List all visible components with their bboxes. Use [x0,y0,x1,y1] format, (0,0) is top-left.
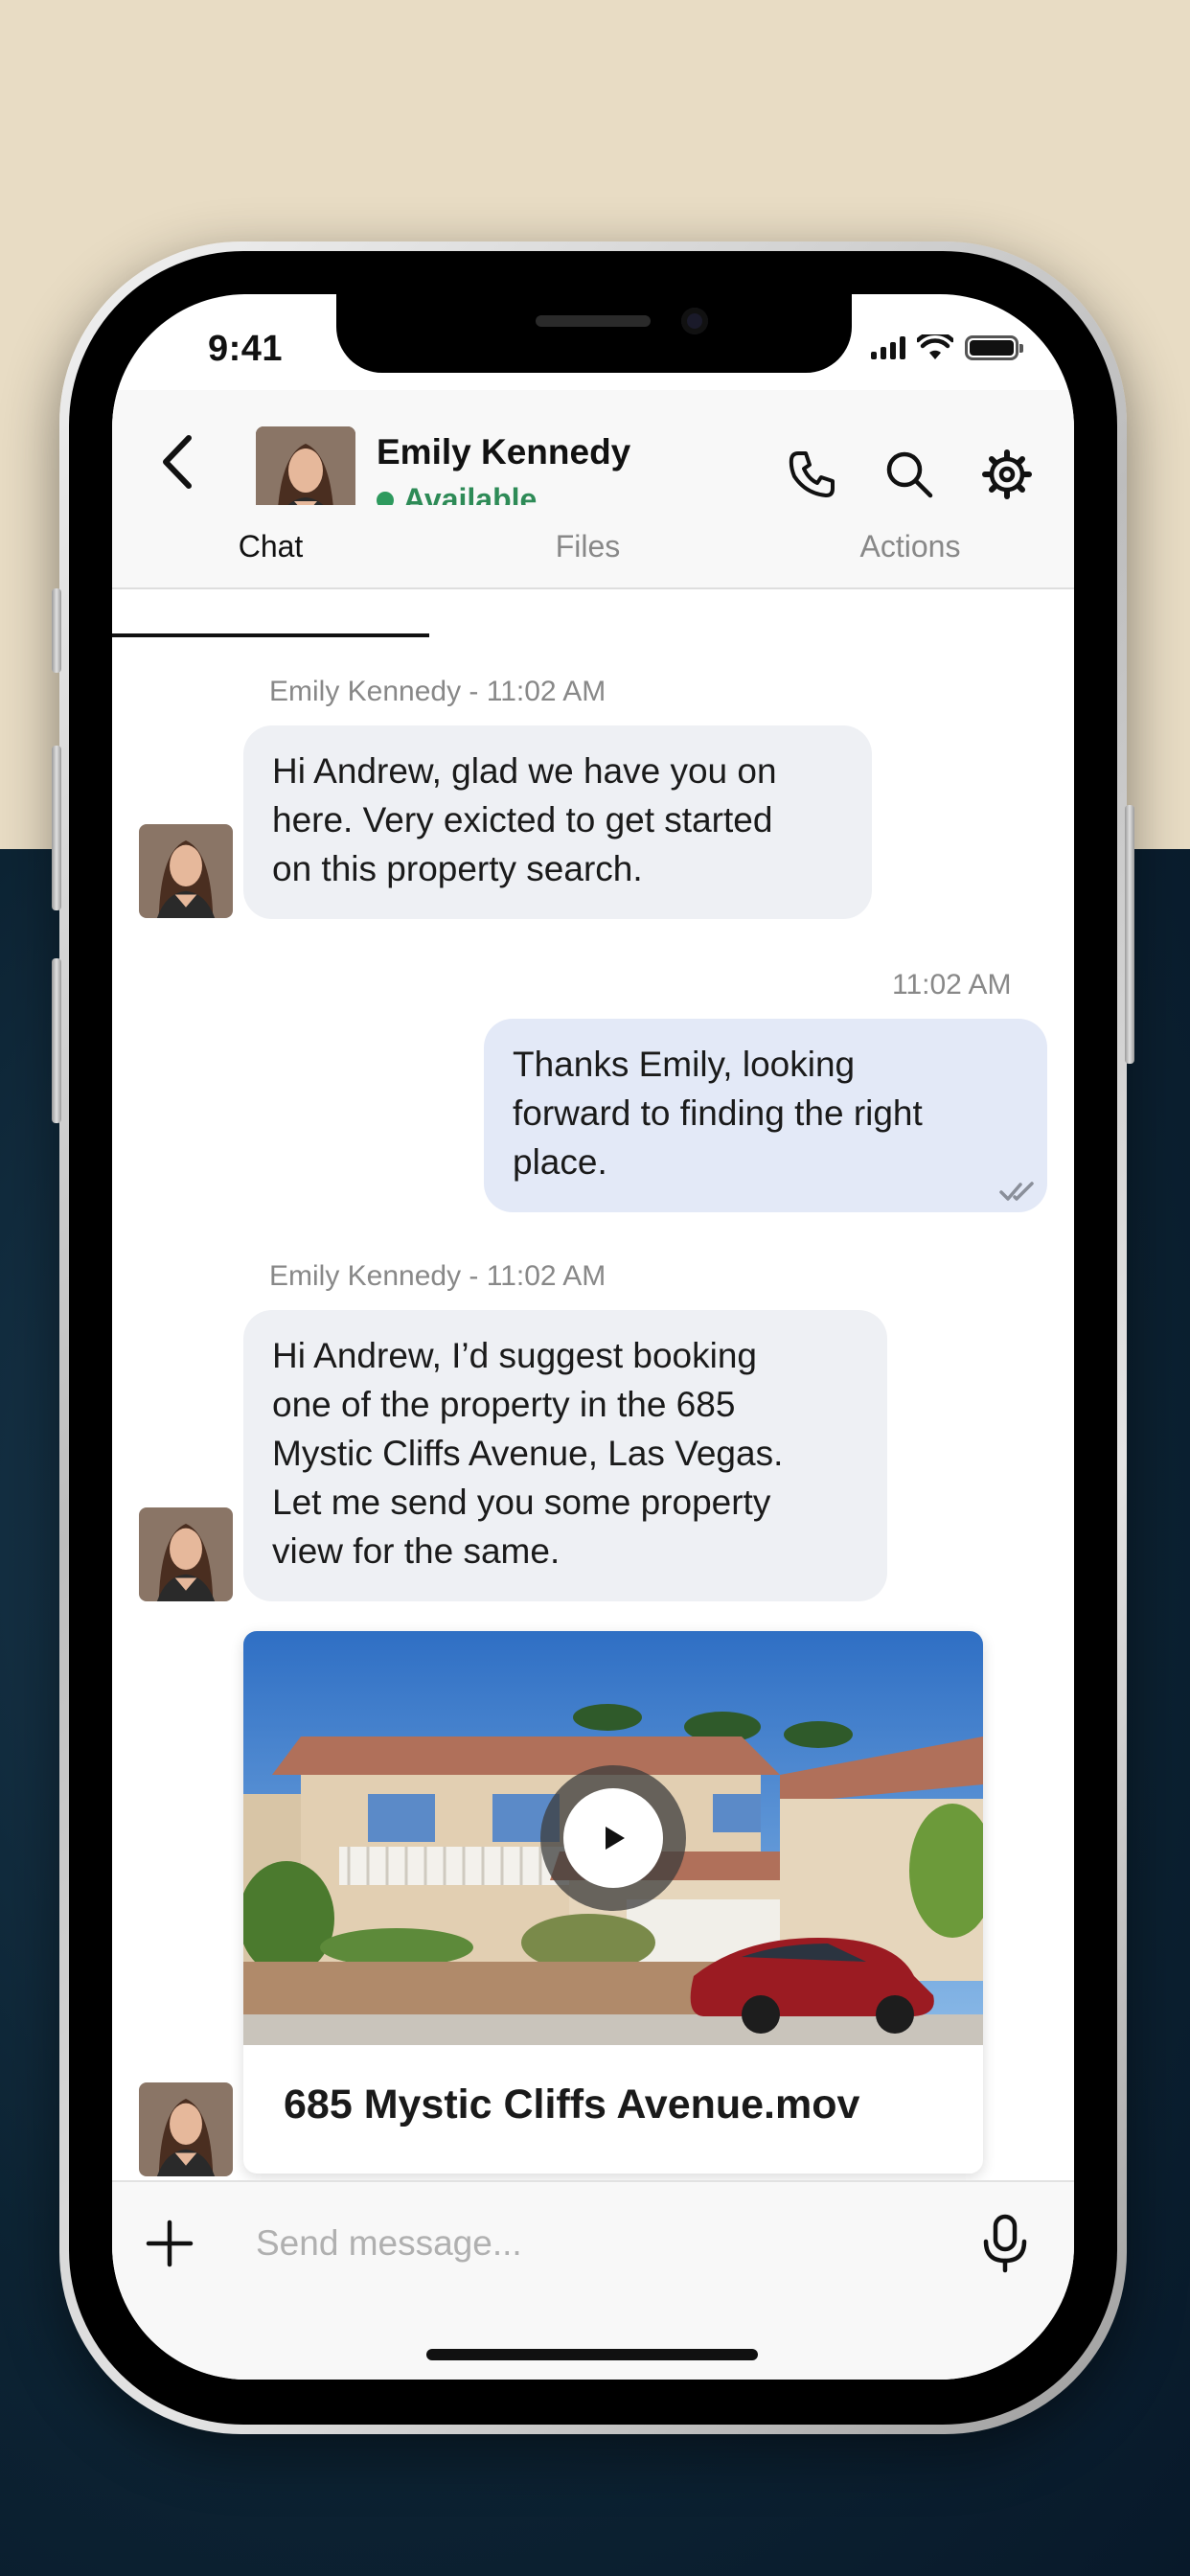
outgoing-message-bubble[interactable]: Thanks Emily, looking forward to finding… [484,1019,1047,1212]
message-line: Hi Andrew, glad we have you on [272,751,777,791]
sender-avatar[interactable] [139,2082,233,2176]
notch [336,294,852,373]
add-attachment-icon[interactable] [143,2217,196,2270]
tab-actions[interactable]: Actions [746,505,1074,587]
battery-icon [965,335,1023,360]
status-time: 9:41 [208,329,284,369]
wifi-icon [917,334,953,359]
play-icon [606,1827,625,1850]
front-camera [681,308,708,334]
double-check-icon [999,1182,1034,1201]
incoming-message-bubble[interactable]: Hi Andrew, glad we have you on here. Ver… [243,725,872,919]
volume-up-button [52,746,61,910]
contact-name: Emily Kennedy [377,432,631,472]
incoming-message-bubble[interactable]: Hi Andrew, I’d suggest booking one of th… [243,1310,887,1601]
message-line: on this property search. [272,849,643,888]
sender-avatar[interactable] [139,1507,233,1601]
gear-icon [982,449,1032,499]
status-icons [871,334,1023,361]
play-button[interactable] [540,1765,686,1911]
message-line: Let me send you some property [272,1483,771,1522]
message-meta: Emily Kennedy - 11:02 AM [269,676,606,707]
search-icon [886,451,933,498]
tab-chat[interactable]: Chat [112,505,429,587]
message-meta: Emily Kennedy - 11:02 AM [269,1260,606,1292]
attachment-file-name: 685 Mystic Cliffs Avenue.mov [284,2082,860,2128]
phone-icon [789,451,835,497]
message-line: Thanks Emily, looking [513,1045,856,1084]
message-line: Mystic Cliffs Avenue, Las Vegas. [272,1434,784,1473]
call-button[interactable] [783,446,840,503]
message-line: here. Very exicted to get started [272,800,773,840]
chat-header: Emily Kennedy Available [112,390,1074,526]
message-input[interactable] [256,2205,927,2282]
power-button [1125,805,1134,1064]
volume-down-button [52,958,61,1123]
message-line: forward to finding the right [513,1093,923,1133]
message-line: view for the same. [272,1531,561,1571]
microphone-icon[interactable] [976,2213,1034,2274]
video-attachment-card[interactable]: 685 Mystic Cliffs Avenue.mov [243,1631,983,2174]
cellular-signal-icon [871,336,905,359]
settings-button[interactable] [978,446,1036,503]
silent-switch [52,588,61,673]
earpiece-speaker [536,315,651,327]
home-indicator[interactable] [426,2349,758,2360]
app-screen: 9:41 Emily Kennedy Available Chat Files … [112,294,1074,2380]
message-meta: 11:02 AM [892,969,1012,1000]
tab-bar: Chat Files Actions [112,505,1074,589]
message-line: place. [513,1142,607,1182]
video-thumbnail[interactable] [243,1631,983,2045]
message-line: one of the property in the 685 [272,1385,736,1424]
search-button[interactable] [881,446,938,503]
active-tab-indicator [112,633,429,637]
sender-avatar[interactable] [139,824,233,918]
message-line: Hi Andrew, I’d suggest booking [272,1336,757,1375]
tab-files[interactable]: Files [429,505,746,587]
back-arrow-icon[interactable] [154,434,202,490]
